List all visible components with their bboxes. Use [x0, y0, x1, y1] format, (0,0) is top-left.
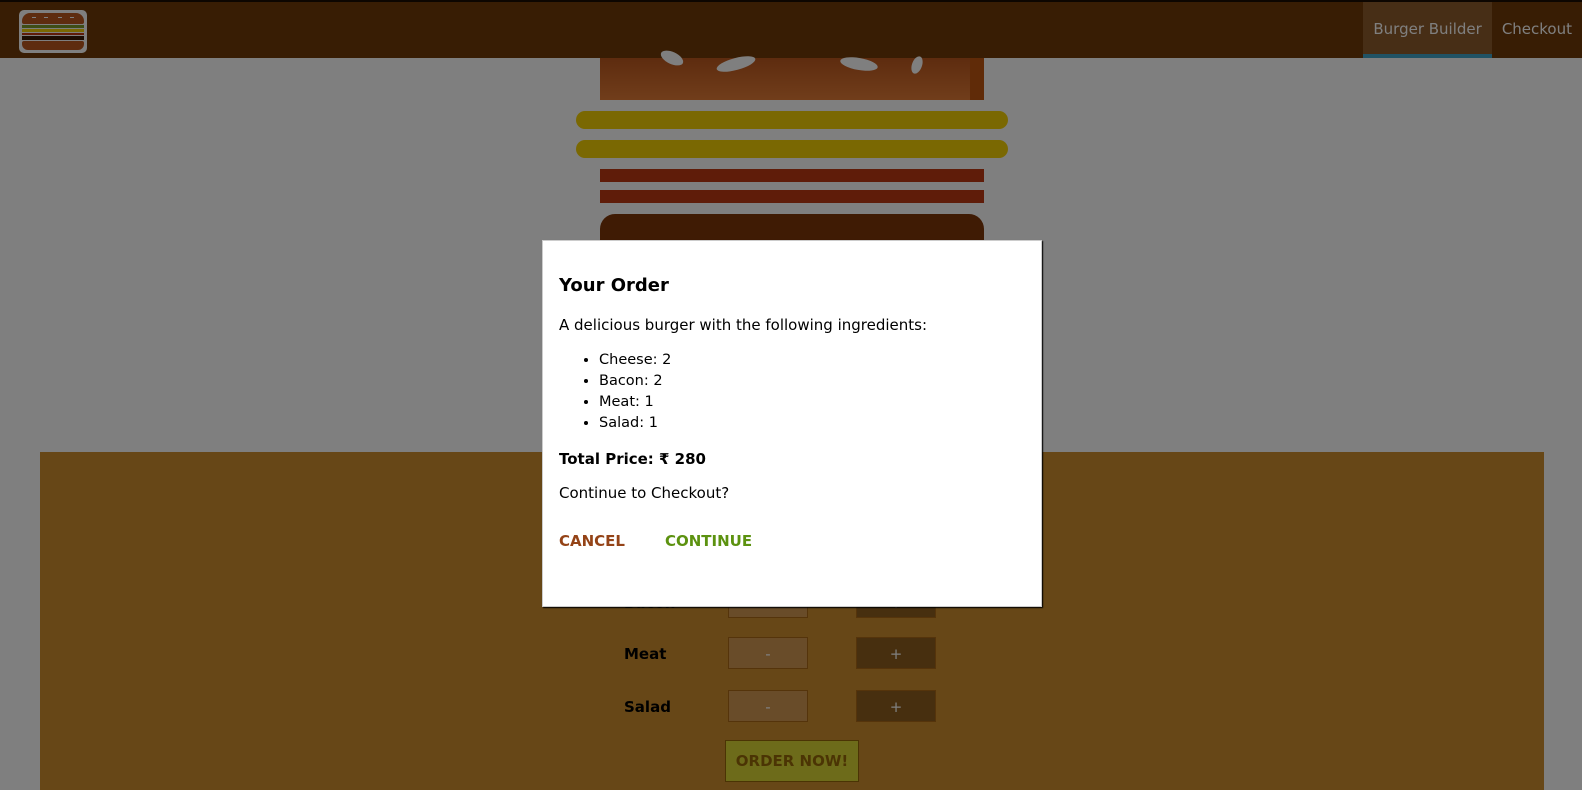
list-item: Cheese: 2: [599, 350, 1025, 371]
continue-button[interactable]: CONTINUE: [665, 532, 752, 550]
list-item: Meat: 1: [599, 392, 1025, 413]
list-item: Bacon: 2: [599, 371, 1025, 392]
cancel-button[interactable]: CANCEL: [559, 532, 625, 550]
order-summary-modal: Your Order A delicious burger with the f…: [542, 240, 1042, 607]
modal-title: Your Order: [559, 275, 669, 296]
total-price: Total Price: ₹ 280: [559, 450, 706, 468]
list-item: Salad: 1: [599, 413, 1025, 434]
checkout-question: Continue to Checkout?: [559, 484, 730, 502]
order-intro: A delicious burger with the following in…: [559, 316, 928, 334]
ingredient-list: Cheese: 2 Bacon: 2 Meat: 1 Salad: 1: [559, 350, 1025, 434]
modal-actions: CANCEL CONTINUE: [559, 532, 1025, 550]
